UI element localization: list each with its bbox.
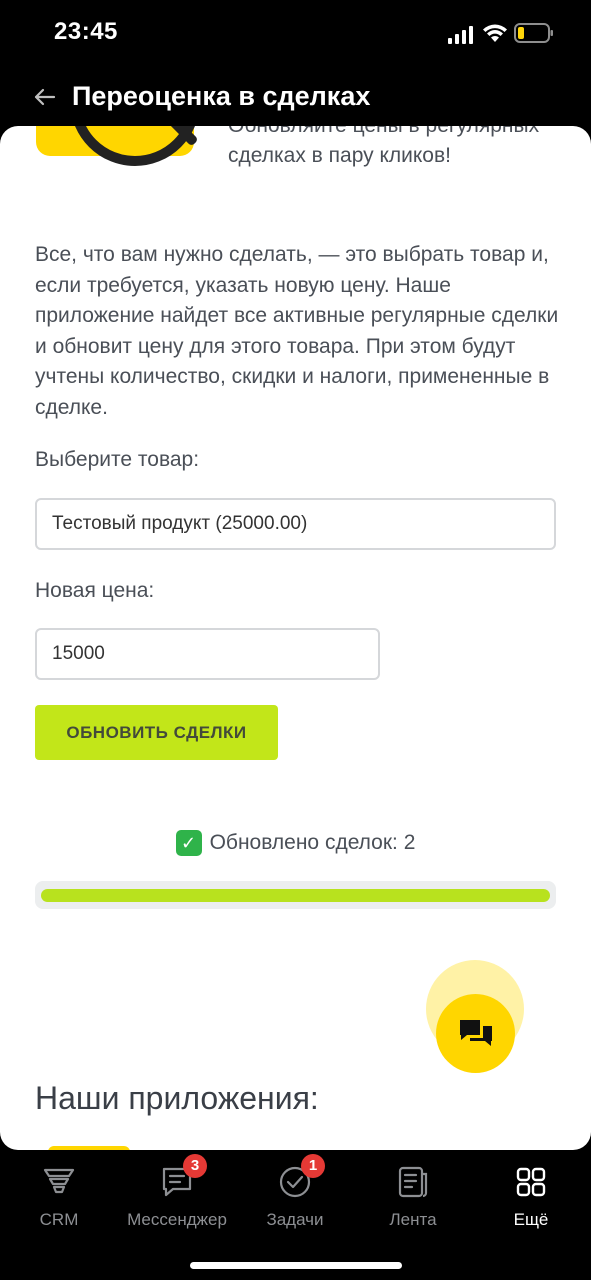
apps-section-title: Наши приложения: bbox=[35, 1080, 319, 1116]
tab-crm-label: CRM bbox=[39, 1210, 79, 1229]
battery-icon bbox=[514, 23, 553, 43]
support-chat-button[interactable] bbox=[436, 994, 515, 1073]
tab-more[interactable]: Ещё bbox=[472, 1164, 590, 1230]
tab-crm[interactable]: CRM bbox=[0, 1164, 118, 1230]
tasks-icon-wrap: 1 bbox=[277, 1154, 325, 1200]
feed-icon bbox=[398, 1166, 428, 1198]
result-message: ✓ Обновлено сделок: 2 bbox=[0, 830, 591, 856]
progress-bar bbox=[35, 881, 556, 909]
messenger-icon-wrap: 3 bbox=[159, 1154, 207, 1200]
product-select-value: Тестовый продукт (25000.00) bbox=[52, 513, 308, 534]
wifi-icon bbox=[483, 24, 507, 42]
navigation-header: Переоценка в сделках bbox=[0, 70, 591, 126]
price-input[interactable]: 15000 bbox=[35, 628, 380, 680]
tab-messenger[interactable]: 3 Мессенджер bbox=[118, 1154, 236, 1230]
update-deals-button[interactable]: ОБНОВИТЬ СДЕЛКИ bbox=[35, 705, 278, 760]
description-text: Все, что вам нужно сделать, — это выбрат… bbox=[35, 243, 559, 419]
result-text: Обновлено сделок: 2 bbox=[209, 831, 416, 854]
cellular-signal-icon bbox=[448, 26, 473, 44]
chat-bubbles-icon bbox=[459, 1019, 492, 1046]
tab-feed-label: Лента bbox=[389, 1210, 437, 1229]
tab-tasks-label: Задачи bbox=[266, 1210, 324, 1229]
tasks-badge: 1 bbox=[301, 1154, 325, 1178]
bottom-tab-bar: CRM 3 Мессенджер 1 Задачи Лента Ещё bbox=[0, 1150, 591, 1280]
back-arrow-icon[interactable] bbox=[30, 82, 60, 112]
tab-messenger-label: Мессенджер bbox=[127, 1210, 227, 1229]
product-select[interactable]: Тестовый продукт (25000.00) bbox=[35, 498, 556, 550]
hero-tagline: Обновляйте цены в регулярных сделках в п… bbox=[228, 126, 539, 167]
price-label: Новая цена: bbox=[35, 579, 155, 602]
progress-bar-fill bbox=[41, 889, 550, 902]
tab-more-label: Ещё bbox=[513, 1210, 549, 1229]
tab-feed[interactable]: Лента bbox=[354, 1164, 472, 1230]
price-input-value: 15000 bbox=[52, 643, 105, 664]
tab-tasks[interactable]: 1 Задачи bbox=[236, 1154, 354, 1230]
page-title: Переоценка в сделках bbox=[72, 81, 371, 111]
grid-icon bbox=[516, 1167, 546, 1197]
status-bar: 23:45 bbox=[0, 0, 591, 70]
home-indicator bbox=[190, 1262, 402, 1269]
check-mark-icon: ✓ bbox=[175, 830, 202, 856]
status-time: 23:45 bbox=[54, 18, 118, 45]
messenger-badge: 3 bbox=[183, 1154, 207, 1178]
product-label: Выберите товар: bbox=[35, 448, 200, 471]
crm-icon bbox=[43, 1168, 75, 1194]
